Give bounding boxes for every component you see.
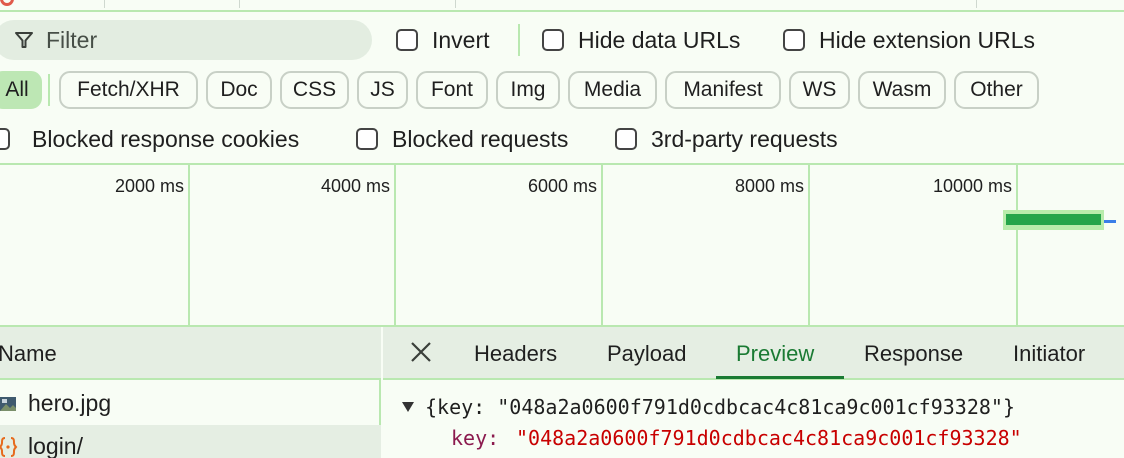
request-row-login[interactable]: login/ (0, 425, 381, 458)
checkbox-box[interactable] (615, 128, 637, 150)
json-object-summary[interactable]: {key: "048a2a0600f791d0cdbcac4c81ca9c001… (425, 395, 1015, 419)
request-name: login/ (28, 433, 83, 458)
top-toolbar-strip (0, 0, 1124, 12)
chip-other[interactable]: Other (954, 71, 1039, 109)
tab-response[interactable]: Response (864, 341, 963, 367)
timeline-gridline (808, 165, 810, 327)
json-property-value: "048a2a0600f791d0cdbcac4c81ca9c001cf9332… (516, 426, 1022, 450)
request-options-row: Blocked response cookies Blocked request… (0, 124, 1124, 154)
blocked-response-cookies-label: Blocked response cookies (32, 125, 300, 152)
filter-funnel-icon (15, 32, 33, 48)
checkbox-box[interactable] (783, 29, 805, 51)
timeline-tick-label: 2000 ms (114, 176, 184, 196)
requests-split-view: Name hero.jpg login/ Headers Payload Pre… (0, 325, 1124, 458)
timeline-gridline (601, 165, 603, 327)
hide-data-urls-label: Hide data URLs (578, 26, 741, 53)
chip-js[interactable]: JS (357, 71, 408, 109)
toolbar-divider (239, 0, 240, 8)
timeline-gridline (394, 165, 396, 327)
chip-all[interactable]: All (0, 71, 42, 109)
network-timeline-overview[interactable]: 2000 ms 4000 ms 6000 ms 8000 ms 10000 ms (0, 163, 1124, 327)
checkbox-box[interactable] (356, 128, 378, 150)
detail-tab-bar: Headers Payload Preview Response Initiat… (383, 327, 1124, 380)
hide-extension-urls-label: Hide extension URLs (819, 26, 1036, 53)
json-braces-icon (0, 437, 18, 457)
checkbox-box[interactable] (396, 29, 418, 51)
divider (518, 24, 520, 56)
filter-row: Filter Invert Hide data URLs Hide extens… (0, 20, 1124, 60)
resource-type-filter-bar: All Fetch/XHR Doc CSS JS Font Img Media … (0, 71, 1124, 111)
filter-input[interactable]: Filter (0, 20, 372, 60)
request-row-hero-jpg[interactable]: hero.jpg (0, 382, 381, 425)
tab-initiator[interactable]: Initiator (1013, 341, 1085, 367)
record-icon[interactable] (0, 0, 14, 6)
filter-placeholder: Filter (46, 26, 98, 53)
toolbar-divider (455, 0, 456, 8)
third-party-requests-checkbox[interactable]: 3rd-party requests (615, 125, 838, 153)
tab-headers[interactable]: Headers (474, 341, 557, 367)
chip-css[interactable]: CSS (280, 71, 349, 109)
request-detail-panel: Headers Payload Preview Response Initiat… (383, 327, 1124, 458)
name-column-header[interactable]: Name (0, 327, 381, 380)
json-property-key: key: (451, 426, 500, 450)
chip-img[interactable]: Img (496, 71, 560, 109)
timeline-gridline (1016, 165, 1018, 327)
close-icon[interactable] (409, 340, 433, 364)
checkbox-box[interactable] (0, 128, 10, 150)
invert-checkbox[interactable]: Invert (396, 26, 490, 54)
timeline-tick-label: 10000 ms (932, 176, 1012, 196)
chip-ws[interactable]: WS (789, 71, 850, 109)
timeline-tick-label: 6000 ms (527, 176, 597, 196)
name-column-label: Name (0, 341, 57, 366)
timeline-download-bar (1104, 220, 1116, 223)
image-file-icon (0, 397, 16, 411)
timeline-gridline (188, 165, 190, 327)
toolbar-divider (976, 0, 977, 8)
expand-triangle-icon[interactable] (402, 402, 414, 412)
chip-fetch-xhr[interactable]: Fetch/XHR (59, 71, 198, 109)
chip-wasm[interactable]: Wasm (858, 71, 946, 109)
toolbar-divider (104, 0, 105, 8)
chip-doc[interactable]: Doc (206, 71, 272, 109)
request-name: hero.jpg (28, 390, 112, 416)
invert-label: Invert (432, 26, 490, 53)
tab-preview[interactable]: Preview (736, 341, 814, 367)
chip-media[interactable]: Media (568, 71, 657, 109)
timeline-tick-label: 8000 ms (734, 176, 804, 196)
blocked-response-cookies-checkbox[interactable]: Blocked response cookies (0, 125, 299, 153)
blocked-requests-checkbox[interactable]: Blocked requests (356, 125, 568, 153)
hide-extension-urls-checkbox[interactable]: Hide extension URLs (783, 26, 1035, 54)
chip-font[interactable]: Font (416, 71, 488, 109)
active-tab-indicator (716, 376, 844, 379)
chip-manifest[interactable]: Manifest (665, 71, 781, 109)
timeline-request-bar (1006, 214, 1101, 225)
divider (48, 74, 50, 106)
hide-data-urls-checkbox[interactable]: Hide data URLs (542, 26, 740, 54)
checkbox-box[interactable] (542, 29, 564, 51)
blocked-requests-label: Blocked requests (392, 125, 569, 152)
request-list: Name hero.jpg login/ (0, 327, 381, 458)
third-party-requests-label: 3rd-party requests (651, 125, 838, 152)
timeline-tick-label: 4000 ms (320, 176, 390, 196)
tab-payload[interactable]: Payload (607, 341, 687, 367)
